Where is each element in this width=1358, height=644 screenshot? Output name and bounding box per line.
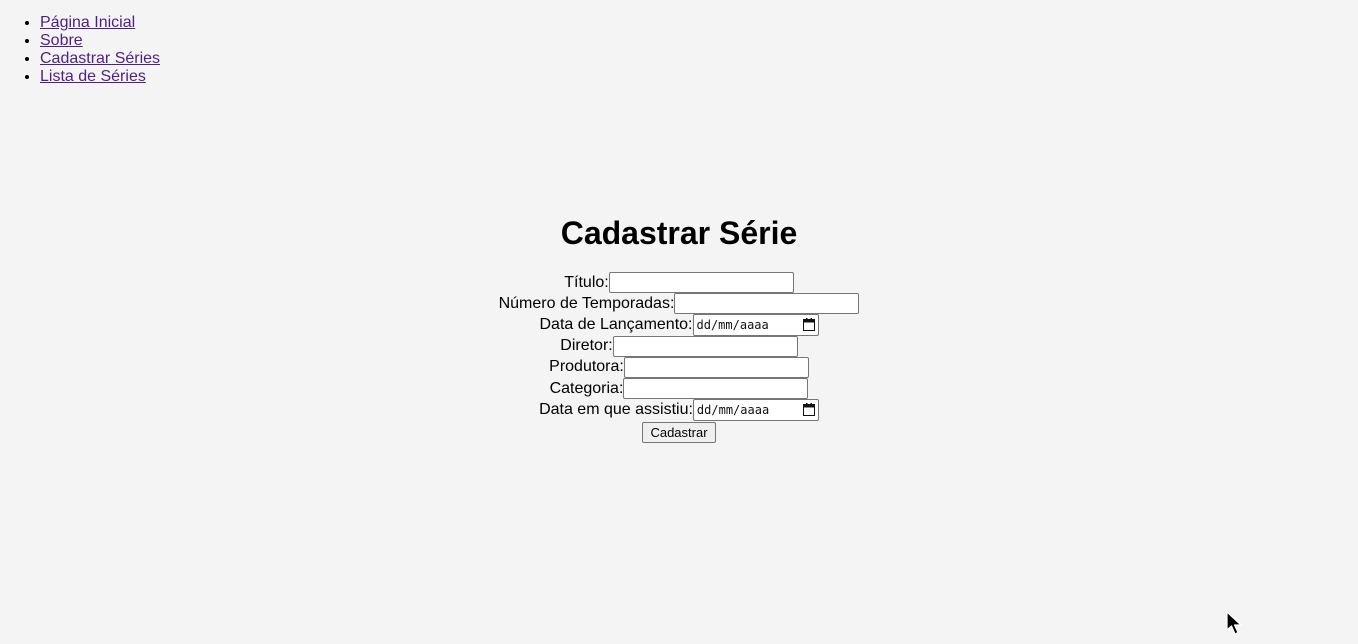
nav-link-cadastrar-series[interactable]: Cadastrar Séries [40, 50, 160, 67]
form-row-assistiu: Data em que assistiu: dd/mm/aaaa [0, 398, 1358, 421]
date-placeholder: dd/mm/aaaa [696, 317, 769, 332]
page-title: Cadastrar Série [560, 215, 798, 251]
form-row-temporadas: Número de Temporadas: [0, 293, 1358, 315]
categoria-label: Categoria: [549, 379, 624, 397]
nav-item: Lista de Séries [40, 68, 160, 86]
nav-link-lista-de-series[interactable]: Lista de Séries [40, 68, 146, 85]
produtora-label: Produtora: [549, 358, 624, 376]
nav-item: Página Inicial [40, 14, 160, 32]
cadastrar-button[interactable]: Cadastrar [642, 422, 716, 444]
form-row-diretor: Diretor: [0, 335, 1358, 357]
temporadas-label: Número de Temporadas: [498, 294, 675, 312]
categoria-input[interactable] [623, 378, 809, 400]
lancamento-label: Data de Lançamento: [539, 315, 693, 333]
form-actions: Cadastrar [0, 422, 1358, 444]
lancamento-date-input[interactable]: dd/mm/aaaa [692, 313, 819, 336]
calendar-icon[interactable] [802, 318, 815, 332]
series-form: Título: Número de Temporadas: Data de La… [0, 272, 1358, 444]
nav-item: Cadastrar Séries [40, 50, 160, 68]
form-row-produtora: Produtora: [0, 356, 1358, 378]
temporadas-input[interactable] [674, 293, 860, 315]
main-nav: Página Inicial Sobre Cadastrar Séries Li… [0, 14, 160, 86]
calendar-icon[interactable] [802, 403, 815, 417]
mouse-pointer-icon [1226, 611, 1242, 635]
form-row-categoria: Categoria: [0, 378, 1358, 400]
produtora-input[interactable] [623, 356, 809, 378]
titulo-label: Título: [564, 273, 609, 291]
nav-link-pagina-inicial[interactable]: Página Inicial [40, 14, 135, 31]
nav-link-sobre[interactable]: Sobre [40, 32, 83, 49]
assistiu-label: Data em que assistiu: [539, 400, 693, 418]
form-row-titulo: Título: [0, 272, 1358, 294]
titulo-input[interactable] [608, 272, 794, 294]
diretor-input[interactable] [612, 335, 798, 357]
form-row-lancamento: Data de Lançamento: dd/mm/aaaa [0, 313, 1358, 336]
assistiu-date-input[interactable]: dd/mm/aaaa [692, 398, 819, 421]
nav-item: Sobre [40, 32, 160, 50]
diretor-label: Diretor: [560, 337, 613, 355]
date-placeholder: dd/mm/aaaa [696, 402, 770, 417]
